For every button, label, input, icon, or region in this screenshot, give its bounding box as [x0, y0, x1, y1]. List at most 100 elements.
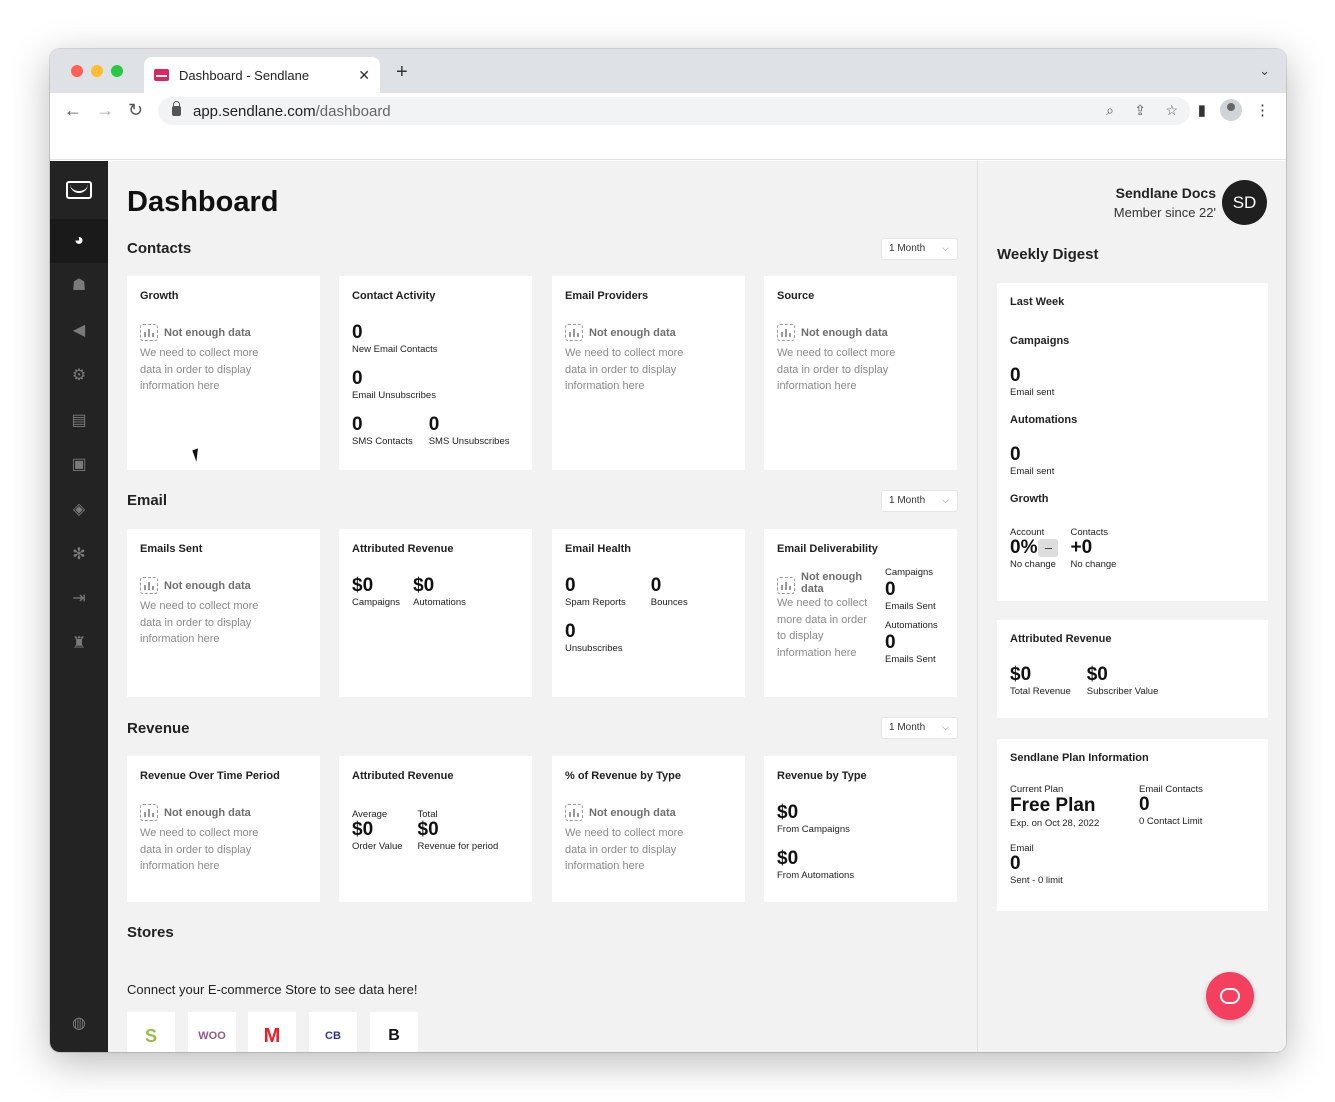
automations-revenue-label: Automations	[413, 597, 466, 608]
sidebar: ◕ ☗ ◀ ⚙ ▤ ▣ ◈ ✻ ⇥ ♜ ◍	[50, 161, 108, 1052]
email-attributed-revenue-card: Attributed Revenue $0 Campaigns $0 Autom…	[339, 529, 532, 697]
chart-placeholder-icon	[140, 324, 158, 341]
card-title: Revenue Over Time Period	[140, 770, 280, 782]
minimize-window-button[interactable]	[91, 65, 103, 77]
settings-icon[interactable]: ✻	[50, 532, 108, 576]
total-revenue-value: $0	[1010, 664, 1032, 685]
from-campaigns-label: From Campaigns	[777, 824, 850, 835]
email-deliverability-card: Email Deliverability Not enough data We n…	[764, 529, 957, 697]
account-admin-icon[interactable]: ♜	[50, 621, 108, 665]
contacts-icon[interactable]: ☗	[50, 263, 108, 307]
tab-search-chevron-icon[interactable]: ⌄	[1259, 63, 1270, 79]
campaigns-email-sent-label: Email sent	[1010, 387, 1055, 398]
integrations-icon[interactable]: ◈	[50, 487, 108, 531]
not-enough-data: Not enough data	[140, 804, 307, 821]
sms-contacts-value: 0	[352, 414, 363, 435]
not-enough-data: Not enough data	[140, 577, 307, 594]
more-menu-icon[interactable]: ⋮	[1255, 101, 1270, 119]
avatar[interactable]: SD	[1222, 180, 1267, 225]
back-arrow-icon[interactable]: ←	[64, 100, 82, 121]
bigcommerce-logo[interactable]: B	[370, 1012, 418, 1052]
share-icon[interactable]: ⇪	[1134, 102, 1146, 119]
plan-information-card: Sendlane Plan Information Current Plan F…	[997, 739, 1268, 911]
sendlane-logo-icon[interactable]	[66, 181, 92, 199]
main-content: Dashboard Contacts 1 Month ⌵ Growth Not …	[108, 161, 977, 1052]
tab-bar: Dashboard - Sendlane ✕ + ⌄	[50, 49, 1286, 93]
tab-close-icon[interactable]: ✕	[358, 67, 370, 84]
zoom-icon[interactable]: ⌕	[1106, 102, 1114, 119]
campaigns-icon[interactable]: ◀	[50, 308, 108, 352]
help-chat-button[interactable]	[1206, 972, 1254, 1020]
address-bar[interactable]: app.sendlane.com/dashboard ⌕ ⇪ ☆	[158, 97, 1190, 125]
maximize-window-button[interactable]	[111, 65, 123, 77]
bookmark-star-icon[interactable]: ☆	[1165, 102, 1178, 119]
not-enough-description: We need to collect more data in order to…	[140, 827, 259, 872]
spam-reports-value: 0	[565, 575, 576, 596]
card-title: Emails Sent	[140, 543, 203, 555]
revenue-attributed-card: Attributed Revenue Average $0 Order Valu…	[339, 756, 532, 902]
right-attributed-revenue-card: Attributed Revenue $0 Total Revenue $0 S…	[997, 620, 1268, 718]
new-tab-icon[interactable]: +	[396, 61, 408, 84]
current-plan-label: Current Plan	[1010, 784, 1064, 795]
growth-title: Growth	[1010, 493, 1049, 505]
last-week-title: Last Week	[1010, 296, 1065, 308]
clickbank-logo[interactable]: CB	[309, 1012, 357, 1052]
account-change-label: No change	[1010, 559, 1056, 570]
help-compass-icon[interactable]: ◍	[50, 1001, 108, 1045]
browser-tab[interactable]: Dashboard - Sendlane ✕	[144, 57, 380, 93]
dashboard-icon[interactable]: ◕	[50, 219, 108, 263]
from-campaigns-value: $0	[777, 802, 799, 823]
email-range-select[interactable]: 1 Month ⌵	[881, 490, 958, 512]
source-card: Source Not enough data We need to collec…	[764, 276, 957, 470]
contacts-range-select[interactable]: 1 Month ⌵	[881, 238, 958, 260]
revenue-over-time-card: Revenue Over Time Period Not enough data…	[127, 756, 320, 902]
shopify-logo[interactable]: S	[127, 1012, 175, 1052]
sendlane-favicon-icon	[154, 69, 169, 81]
reload-icon[interactable]: ↻	[128, 100, 143, 121]
subscriber-value-label: Subscriber Value	[1086, 686, 1159, 697]
plan-email-value: 0	[1010, 853, 1021, 874]
magento-logo[interactable]: M	[248, 1012, 296, 1052]
url-host: app.sendlane.com	[193, 102, 316, 120]
woocommerce-logo[interactable]: WOO	[188, 1012, 236, 1052]
automations-icon[interactable]: ⚙	[50, 353, 108, 397]
lock-icon	[172, 101, 181, 116]
page-top-spacer	[50, 129, 1286, 160]
chevron-down-icon: ⌵	[942, 495, 949, 505]
browser-window: Dashboard - Sendlane ✕ + ⌄ ← → ↻ app.sen…	[50, 49, 1286, 1052]
not-enough-data: Not enough data	[565, 324, 732, 341]
unsubscribes-value: 0	[565, 621, 576, 642]
not-enough-description: We need to collect more data in order to…	[565, 827, 684, 872]
sms-icon[interactable]: ▤	[50, 398, 108, 442]
revenue-range-select[interactable]: 1 Month ⌵	[881, 717, 958, 739]
page-title: Dashboard	[127, 186, 279, 218]
not-enough-data: Not enough data	[777, 324, 944, 341]
forward-arrow-icon[interactable]: →	[96, 100, 114, 121]
chart-placeholder-icon	[777, 324, 795, 341]
new-email-contacts-value: 0	[352, 322, 363, 343]
tab-title: Dashboard - Sendlane	[179, 67, 310, 83]
chevron-down-icon: ⌵	[942, 722, 949, 732]
weekly-digest-title: Weekly Digest	[997, 246, 1099, 263]
range-select-value: 1 Month	[889, 495, 926, 506]
revenue-section-title: Revenue	[127, 720, 190, 737]
profile-icon[interactable]	[1220, 99, 1242, 121]
stores-section-title: Stores	[127, 924, 174, 941]
logout-icon[interactable]: ⇥	[50, 576, 108, 620]
plan-expiry: Exp. on Oct 28, 2022	[1010, 818, 1100, 829]
close-window-button[interactable]	[71, 65, 83, 77]
email-unsubscribes-label: Email Unsubscribes	[352, 390, 436, 401]
contact-limit: 0 Contact Limit	[1139, 816, 1203, 827]
current-plan-value: Free Plan	[1010, 795, 1096, 816]
chat-bubble-icon	[1220, 988, 1240, 1004]
gallery-icon[interactable]: ▣	[50, 442, 108, 486]
attributed-revenue-title: Attributed Revenue	[1010, 633, 1112, 645]
unsubscribes-label: Unsubscribes	[565, 643, 623, 654]
side-panel-icon[interactable]: ▮	[1198, 101, 1206, 119]
email-section-title: Email	[127, 492, 168, 509]
not-enough-label: Not enough data	[801, 326, 888, 339]
card-title: % of Revenue by Type	[565, 770, 681, 782]
bounces-value: 0	[650, 575, 662, 596]
emails-sent-card: Emails Sent Not enough data We need to c…	[127, 529, 320, 697]
not-enough-description: We need to collect more data in order to…	[140, 600, 259, 645]
